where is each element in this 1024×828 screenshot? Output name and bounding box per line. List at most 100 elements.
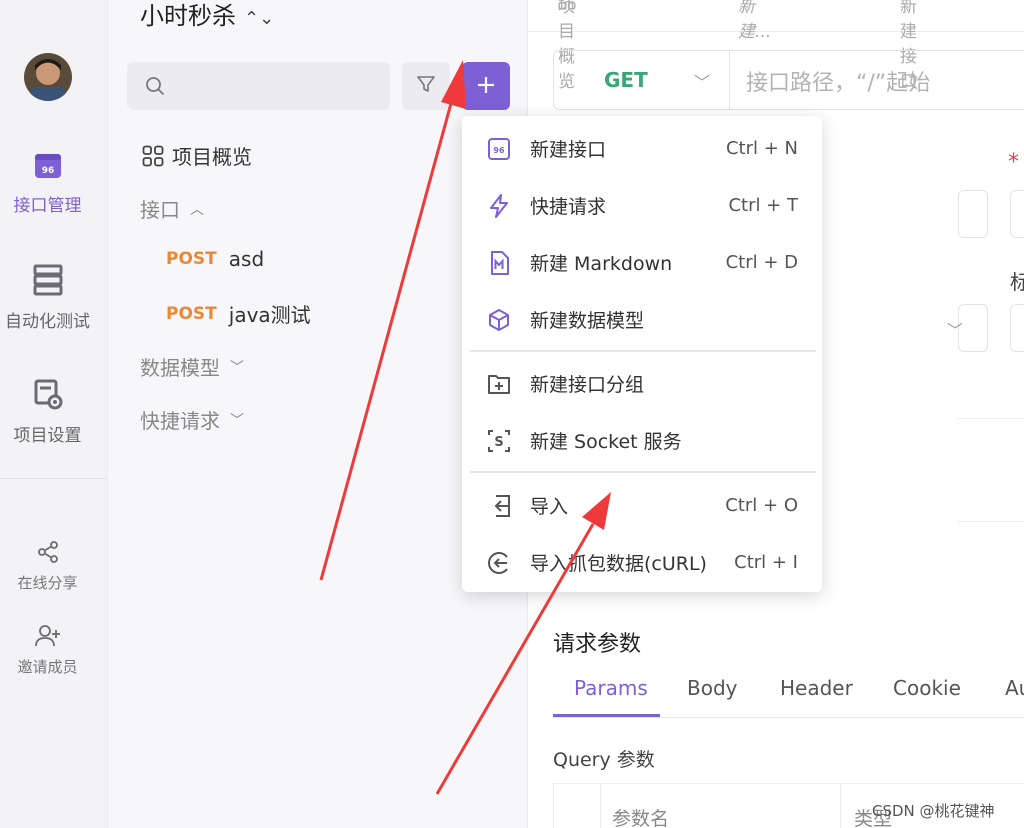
method-value: GET	[604, 68, 648, 92]
shortcut-label: Ctrl + O	[725, 495, 798, 516]
menu-item-quick-request[interactable]: 快捷请求 Ctrl + T	[462, 177, 822, 234]
tags-field[interactable]	[1010, 304, 1024, 352]
filter-button[interactable]	[402, 62, 450, 110]
sidebar-item-invite[interactable]: 邀请成员	[0, 624, 95, 677]
svg-text:96: 96	[493, 146, 505, 155]
avatar[interactable]	[24, 53, 72, 101]
menu-item-new-data-model[interactable]: 新建数据模型	[462, 291, 822, 348]
column-divider	[600, 784, 601, 828]
menu-item-label: 导入	[530, 496, 569, 518]
menu-item-label: 新建 Markdown	[530, 253, 673, 275]
project-title: 小时秒杀	[140, 2, 236, 30]
menu-item-label: 新建 Socket 服务	[530, 431, 682, 453]
tree-item-label: 快捷请求	[140, 409, 220, 433]
menu-divider	[470, 350, 816, 352]
required-mark: *	[1008, 150, 1019, 175]
menu-item-label: 快捷请求	[530, 196, 607, 218]
tab-label: 新建...	[738, 0, 772, 42]
menu-item-label: 导入抓包数据(cURL)	[530, 553, 707, 575]
search-icon	[145, 76, 165, 100]
tab-params[interactable]: Params	[574, 676, 648, 700]
tree-item-api[interactable]: POST asd	[166, 247, 264, 271]
method-badge: POST	[166, 303, 217, 324]
folder-plus-icon	[486, 371, 512, 397]
sidebar-item-label: 接口管理	[13, 196, 82, 216]
sidebar-item-api[interactable]: 96 接口管理	[0, 150, 95, 216]
tree-item-overview[interactable]: 项目概览	[142, 141, 252, 170]
shortcut-label: Ctrl + I	[734, 552, 798, 573]
tree-item-label: 项目概览	[172, 145, 252, 169]
share-icon	[0, 540, 95, 568]
menu-item-label: 新建数据模型	[530, 310, 645, 332]
server-icon	[0, 264, 95, 301]
method-badge: POST	[166, 249, 217, 269]
tab-bar: 项目概览 新建... 新建接口	[528, 0, 1024, 92]
search-input[interactable]	[127, 62, 390, 110]
column-header-name: 参数名	[612, 808, 670, 828]
plus-icon	[476, 71, 496, 101]
curl-import-icon	[486, 550, 512, 576]
shortcut-label: Ctrl + N	[725, 138, 798, 159]
chevron-down-icon: ﹀	[694, 73, 711, 92]
tree-item-label: 接口	[140, 198, 180, 222]
menu-item-import[interactable]: 导入 Ctrl + O	[462, 477, 822, 534]
chevron-updown-icon: ⌃⌄	[244, 8, 275, 29]
sidebar-item-share[interactable]: 在线分享	[0, 540, 95, 593]
project-switcher[interactable]: 小时秒杀 ⌃⌄	[140, 0, 274, 35]
socket-icon: S	[486, 428, 512, 454]
sidebar-item-label: 在线分享	[17, 574, 78, 592]
divider	[958, 418, 1024, 419]
markdown-icon	[486, 250, 512, 276]
menu-item-new-api[interactable]: 96 新建接口 Ctrl + N	[462, 120, 822, 177]
tab-auth[interactable]: Au	[1005, 676, 1024, 700]
tree-item-label: 数据模型	[140, 356, 220, 380]
menu-item-import-curl[interactable]: 导入抓包数据(cURL) Ctrl + I	[462, 534, 822, 591]
url-bar: GET ﹀ 接口路径，“/”起始	[553, 50, 1024, 110]
tab-header[interactable]: Header	[780, 676, 853, 700]
sidebar-item-label: 项目设置	[13, 426, 82, 446]
cube-icon	[486, 307, 512, 333]
add-button[interactable]	[462, 62, 510, 110]
chevron-down-icon: ﹀	[230, 412, 244, 429]
chevron-down-icon: ﹀	[230, 359, 244, 376]
lightning-icon	[486, 193, 512, 219]
chevron-down-icon: ﹀	[947, 321, 964, 340]
menu-divider	[470, 471, 816, 473]
api-icon: 96	[0, 150, 95, 185]
tab-cookie[interactable]: Cookie	[893, 676, 961, 700]
query-params-label: Query 参数	[553, 749, 655, 771]
name-field[interactable]	[958, 190, 988, 238]
chevron-up-icon: ︿	[190, 201, 204, 218]
svg-text:S: S	[494, 435, 503, 450]
menu-item-new-markdown[interactable]: 新建 Markdown Ctrl + D	[462, 234, 822, 291]
tree-item-api[interactable]: POST java测试	[166, 299, 311, 328]
tree-folder-api[interactable]: 接口 ︿	[140, 194, 204, 223]
tree-item-label: asd	[228, 247, 265, 271]
column-divider	[840, 784, 841, 828]
url-input[interactable]: 接口路径，“/”起始	[746, 65, 930, 97]
sidebar-item-settings[interactable]: 项目设置	[0, 378, 95, 446]
tree-folder-models[interactable]: 数据模型 ﹀	[140, 352, 244, 381]
request-tabs: Params Body Header Cookie Au	[553, 676, 1024, 718]
select-field[interactable]: ﹀	[947, 304, 988, 352]
menu-item-new-api-group[interactable]: 新建接口分组	[462, 355, 822, 412]
create-dropdown-menu: 96 新建接口 Ctrl + N 快捷请求 Ctrl + T 新建 Markdo…	[462, 116, 822, 592]
sidebar-item-label: 自动化测试	[5, 312, 90, 332]
tree-folder-quick-requests[interactable]: 快捷请求 ﹀	[140, 405, 244, 434]
method-select[interactable]: GET ﹀	[554, 51, 730, 109]
request-params-title: 请求参数	[553, 632, 642, 657]
sidebar-item-automation[interactable]: 自动化测试	[0, 264, 95, 332]
field-label: 标	[1010, 270, 1024, 294]
active-tab-indicator	[553, 714, 660, 717]
tab-body[interactable]: Body	[687, 676, 738, 700]
add-user-icon	[0, 624, 95, 652]
menu-item-label: 新建接口分组	[530, 374, 645, 396]
menu-item-new-socket[interactable]: S 新建 Socket 服务	[462, 412, 822, 469]
menu-item-label: 新建接口	[530, 139, 607, 161]
import-icon	[486, 493, 512, 519]
watermark: CSDN @桃花键神	[872, 802, 995, 820]
api-icon: 96	[486, 136, 512, 162]
settings-server-icon	[0, 378, 95, 415]
status-field[interactable]	[1010, 190, 1024, 238]
divider	[958, 521, 1024, 522]
